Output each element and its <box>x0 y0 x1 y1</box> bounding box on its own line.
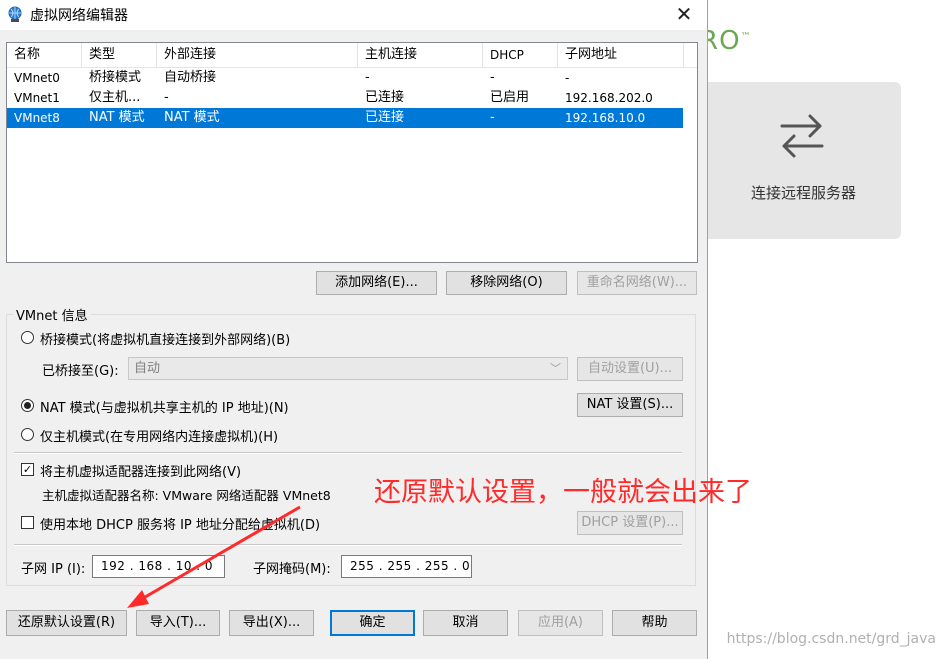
rename-network-button[interactable]: 重命名网络(W)... <box>577 271 697 295</box>
cell-host: 已连接 <box>358 108 483 128</box>
column-header-host[interactable]: 主机连接 <box>358 43 483 67</box>
column-header-dhcp[interactable]: DHCP <box>483 43 558 67</box>
swap-arrows-icon <box>780 114 824 158</box>
cell-host: 已连接 <box>365 90 405 105</box>
help-button[interactable]: 帮助 <box>612 610 697 636</box>
bridge-mode-label[interactable]: 桥接模式(将虚拟机直接连接到外部网络)(B) <box>40 329 290 348</box>
column-header-type[interactable]: 类型 <box>82 43 157 67</box>
use-dhcp-label[interactable]: 使用本地 DHCP 服务将 IP 地址分配给虚拟机(D) <box>40 514 320 533</box>
column-header-name[interactable]: 名称 <box>7 43 82 67</box>
separator <box>14 452 682 454</box>
restore-defaults-button[interactable]: 还原默认设置(R) <box>6 610 127 636</box>
separator <box>14 544 682 546</box>
watermark: https://blog.csdn.net/grd_java <box>726 631 936 647</box>
auto-settings-button[interactable]: 自动设置(U)... <box>577 357 683 381</box>
cell-external: 自动桥接 <box>164 70 217 85</box>
table-row-selected[interactable]: VMnet8 NAT 模式 NAT 模式 已连接 - 192.168.10.0 <box>7 108 697 128</box>
subnet-mask-input[interactable]: 255 . 255 . 255 . 0 <box>341 555 472 578</box>
connect-adapter-checkbox[interactable]: ✓ <box>21 463 34 476</box>
cell-external: - <box>164 90 169 105</box>
adapter-name-text: 主机虚拟适配器名称: VMware 网络适配器 VMnet8 <box>42 488 331 503</box>
cell-name: VMnet0 <box>14 71 60 85</box>
add-network-button[interactable]: 添加网络(E)... <box>316 271 437 295</box>
dhcp-settings-button[interactable]: DHCP 设置(P)... <box>577 511 683 535</box>
cell-dhcp: - <box>483 108 558 128</box>
close-button[interactable]: ✕ <box>661 0 707 30</box>
cell-subnet: 192.168.202.0 <box>565 91 653 105</box>
bridged-to-select[interactable]: 自动 ﹀ <box>128 357 568 380</box>
network-globe-icon <box>8 6 22 22</box>
column-header-subnet[interactable]: 子网地址 <box>558 43 684 67</box>
apply-button[interactable]: 应用(A) <box>518 610 603 636</box>
connect-adapter-label[interactable]: 将主机虚拟适配器连接到此网络(V) <box>40 461 241 480</box>
nat-mode-label[interactable]: NAT 模式(与虚拟机共享主机的 IP 地址)(N) <box>40 397 289 416</box>
remove-network-button[interactable]: 移除网络(O) <box>446 271 567 295</box>
subnet-ip-input[interactable]: 192 . 168 . 10 . 0 <box>92 555 225 578</box>
connect-remote-server-card[interactable]: 连接远程服务器 <box>706 82 901 239</box>
column-header-external[interactable]: 外部连接 <box>157 43 358 67</box>
chevron-down-icon: ﹀ <box>550 362 561 375</box>
virtual-network-editor-dialog: 虚拟网络编辑器 ✕ 名称 类型 外部连接 主机连接 DHCP 子网地址 VMne… <box>0 0 708 659</box>
nat-mode-radio[interactable] <box>21 399 34 412</box>
cell-external: NAT 模式 <box>157 108 358 128</box>
ok-button[interactable]: 确定 <box>330 610 415 636</box>
cell-subnet: 192.168.10.0 <box>558 108 683 128</box>
cell-dhcp: - <box>490 70 495 85</box>
cell-name: VMnet8 <box>7 108 82 128</box>
window-title: 虚拟网络编辑器 <box>30 8 128 24</box>
network-list[interactable]: 名称 类型 外部连接 主机连接 DHCP 子网地址 VMnet0 桥接模式 自动… <box>6 42 698 263</box>
title-bar[interactable]: 虚拟网络编辑器 ✕ <box>0 0 707 30</box>
host-only-label[interactable]: 仅主机模式(在专用网络内连接虚拟机)(H) <box>40 426 278 445</box>
bridged-to-value: 自动 <box>134 361 161 376</box>
bridged-to-label: 已桥接至(G): <box>42 364 119 379</box>
cell-type: 桥接模式 <box>89 70 142 85</box>
subnet-mask-label: 子网掩码(M): <box>253 562 331 577</box>
table-row[interactable]: VMnet0 桥接模式 自动桥接 - - - <box>7 68 697 88</box>
list-header: 名称 类型 外部连接 主机连接 DHCP 子网地址 <box>7 43 697 68</box>
export-button[interactable]: 导出(X)... <box>229 610 314 636</box>
cell-name: VMnet1 <box>14 91 60 105</box>
cell-dhcp: 已启用 <box>490 90 530 105</box>
cell-type: NAT 模式 <box>82 108 157 128</box>
bridge-mode-radio[interactable] <box>21 331 34 344</box>
host-only-radio[interactable] <box>21 428 34 441</box>
cell-subnet: - <box>565 71 570 85</box>
cancel-button[interactable]: 取消 <box>423 610 508 636</box>
group-label: VMnet 信息 <box>13 305 91 324</box>
table-row[interactable]: VMnet1 仅主机... - 已连接 已启用 192.168.202.0 <box>7 88 697 108</box>
annotation-text: 还原默认设置，一般就会出来了 <box>374 477 752 508</box>
use-dhcp-checkbox[interactable] <box>21 516 34 529</box>
card-label: 连接远程服务器 <box>750 184 856 202</box>
nat-settings-button[interactable]: NAT 设置(S)... <box>577 393 683 417</box>
cell-host: - <box>365 70 370 85</box>
cell-type: 仅主机... <box>89 90 141 105</box>
import-button[interactable]: 导入(T)... <box>136 610 220 636</box>
subnet-ip-label: 子网 IP (I): <box>21 562 86 577</box>
